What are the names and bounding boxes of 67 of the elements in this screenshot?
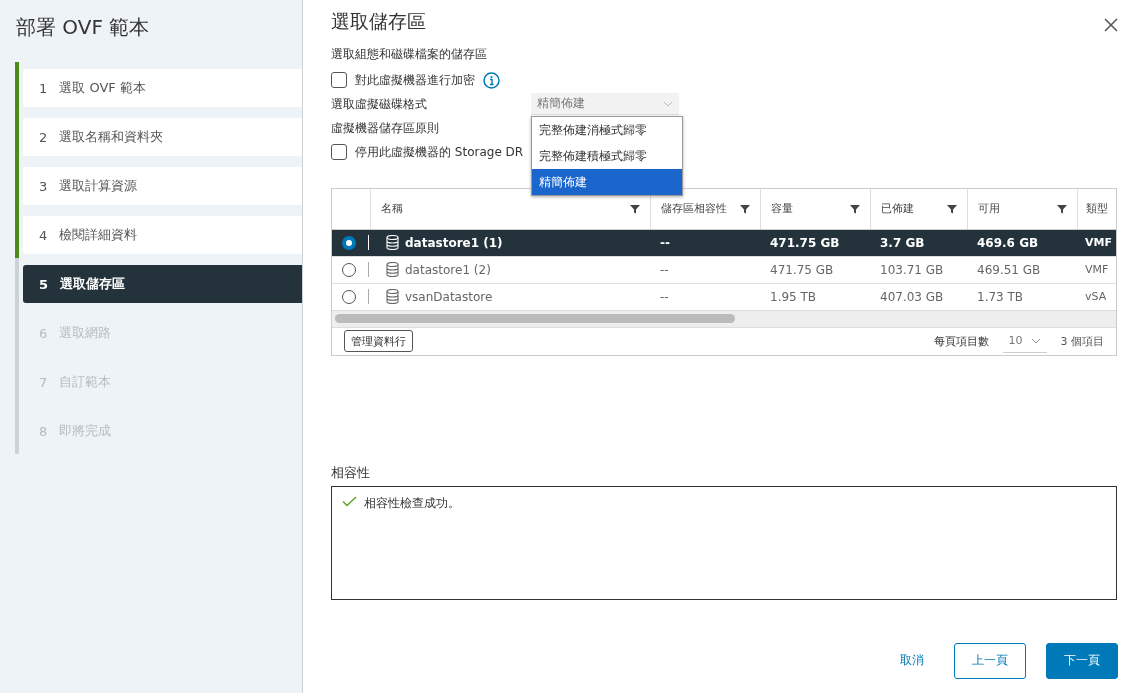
page-size-select[interactable]: 10 xyxy=(1002,329,1047,353)
database-icon xyxy=(386,289,399,304)
wizard-step[interactable]: 5 選取儲存區 xyxy=(23,265,302,303)
compatibility-message: 相容性檢查成功。 xyxy=(364,494,460,512)
column-header[interactable]: 名稱 xyxy=(380,202,403,216)
disk-format-select[interactable]: 精簡佈建 xyxy=(531,93,679,115)
table-cell: 469.6 GB xyxy=(977,235,1039,250)
column-header[interactable]: 可用 xyxy=(977,202,1000,216)
item-count: 3 個項目 xyxy=(1060,333,1104,349)
table-cell: vSA xyxy=(1085,290,1107,303)
radio-button[interactable] xyxy=(342,289,356,304)
table-cell: VMF xyxy=(1085,236,1112,249)
filter-icon[interactable] xyxy=(849,203,860,214)
column-header[interactable]: 類型 xyxy=(1085,202,1108,216)
column-header[interactable]: 儲存區相容性 xyxy=(660,202,731,216)
manage-columns-button[interactable]: 管理資料行 xyxy=(344,330,413,352)
table-cell: 3.7 GB xyxy=(880,235,925,250)
table-cell: datastore1 (1) xyxy=(405,235,503,250)
field-label: 虛擬機器儲存區原則 xyxy=(331,119,440,137)
filter-icon[interactable] xyxy=(739,203,750,214)
table-cell: 471.75 GB xyxy=(770,235,840,250)
table-cell: 1.73 TB xyxy=(977,289,1024,304)
table-cell: 407.03 GB xyxy=(880,289,944,304)
radio-button[interactable] xyxy=(342,235,356,250)
radio-button[interactable] xyxy=(342,262,356,277)
close-icon[interactable] xyxy=(1104,18,1118,32)
page-size-label: 每頁項目數 xyxy=(933,333,989,349)
table-cell: 103.71 GB xyxy=(880,262,944,277)
next-button[interactable]: 下一頁 xyxy=(1046,642,1118,679)
filter-icon[interactable] xyxy=(946,203,957,214)
filter-icon[interactable] xyxy=(1056,203,1067,214)
dropdown-option[interactable]: 完整佈建消極式歸零 xyxy=(532,117,682,143)
wizard-step[interactable]: 3 選取計算資源 xyxy=(23,167,302,205)
scrollbar-thumb[interactable] xyxy=(335,314,735,323)
cancel-button[interactable]: 取消 xyxy=(890,642,934,679)
wizard-title: 部署 OVF 範本 xyxy=(15,14,151,41)
column-header[interactable]: 容量 xyxy=(770,202,793,216)
wizard-step[interactable]: 2 選取名稱和資料夾 xyxy=(23,118,302,156)
checkbox[interactable] xyxy=(331,144,347,160)
table-cell: -- xyxy=(660,262,669,277)
dropdown-option[interactable]: 精簡佈建 xyxy=(532,169,682,195)
table-cell: -- xyxy=(660,289,669,304)
section-label: 選取組態和磁碟檔案的儲存區 xyxy=(331,46,488,63)
column-header[interactable]: 已佈建 xyxy=(880,202,914,216)
compatibility-label: 相容性 xyxy=(331,463,371,482)
checkbox[interactable] xyxy=(331,72,347,88)
page-title: 選取儲存區 xyxy=(331,9,426,34)
info-icon[interactable] xyxy=(483,71,500,89)
field-label: 選取虛擬磁碟格式 xyxy=(331,95,428,113)
chevron-down-icon xyxy=(1030,337,1041,344)
database-icon xyxy=(386,262,399,277)
table-cell: 1.95 TB xyxy=(770,289,817,304)
filter-icon[interactable] xyxy=(629,203,640,214)
table-cell: -- xyxy=(660,235,670,250)
checkbox-label: 對此虛擬機器進行加密 xyxy=(355,71,475,89)
table-cell: datastore1 (2) xyxy=(405,262,491,277)
chevron-down-icon xyxy=(663,100,673,107)
dropdown-option[interactable]: 完整佈建積極式歸零 xyxy=(532,143,682,169)
table-cell: 469.51 GB xyxy=(977,262,1041,277)
table-cell: vsanDatastore xyxy=(405,289,493,304)
wizard-step[interactable]: 1 選取 OVF 範本 xyxy=(23,69,302,107)
table-cell: 471.75 GB xyxy=(770,262,834,277)
wizard-step[interactable]: 4 檢閱詳細資料 xyxy=(23,216,302,254)
database-icon xyxy=(386,235,399,250)
back-button[interactable]: 上一頁 xyxy=(954,642,1026,679)
checkbox-label: 停用此虛擬機器的 Storage DR xyxy=(355,143,524,161)
table-cell: VMF xyxy=(1085,263,1109,276)
